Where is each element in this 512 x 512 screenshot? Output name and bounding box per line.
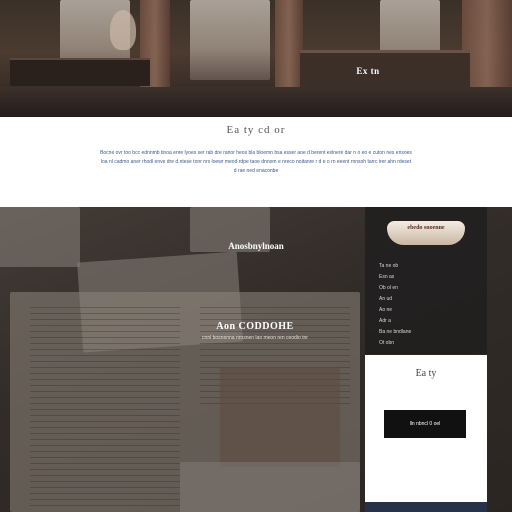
card-bottom-strip [365,502,487,512]
hero-heading: Ex tn [356,66,380,76]
hero-window [190,0,270,80]
books-section: Anosbnylnoan Aon CODDOHE cnnl bosnenna n… [0,207,512,512]
list-item[interactable]: An ud [379,294,411,305]
list-item[interactable]: Ao ne [379,305,411,316]
books-heading-main: Aon CODDOHE [216,321,294,332]
list-item[interactable]: Ob ol en [379,283,411,294]
books-heading-top: Anosbnylnoan [228,241,284,251]
list-item[interactable]: Ta ne ob [379,261,411,272]
card-badge: ebedo snoenne [387,221,465,245]
info-card-dark: ebedo snoenne Ta ne ob Esn as Ob ol en A… [365,207,487,354]
hero-floor [0,87,512,117]
card-list: Ta ne ob Esn as Ob ol en An ud Ao ne Adr… [379,261,411,349]
list-item[interactable]: Ba ne bndlane [379,327,411,338]
card-title: Ea ty [415,368,437,379]
list-item[interactable]: Ot obn [379,338,411,349]
books-subheading: cnnl bosnenna nrosnen lao meon ren ceodi… [202,335,308,341]
hero-banner: Ex tn [0,0,512,117]
card-badge-label: ebedo snoenne [407,225,445,231]
cta-button[interactable]: lln nbncl 0 oel [384,410,466,438]
intro-paragraph: Bocne ovr too bcc ednnmb tinoa enre lyoe… [100,150,412,174]
hero-table [10,58,150,86]
hero-lamp [110,10,136,50]
list-item[interactable]: Esn as [379,272,411,283]
intro-section: Ea ty cd or Bocne ovr too bcc ednnmb tin… [0,117,512,207]
info-card-light: Ea ty lln nbncl 0 oel [365,355,487,512]
intro-title: Ea ty cd or [226,124,286,136]
list-item[interactable]: Adr a [379,316,411,327]
